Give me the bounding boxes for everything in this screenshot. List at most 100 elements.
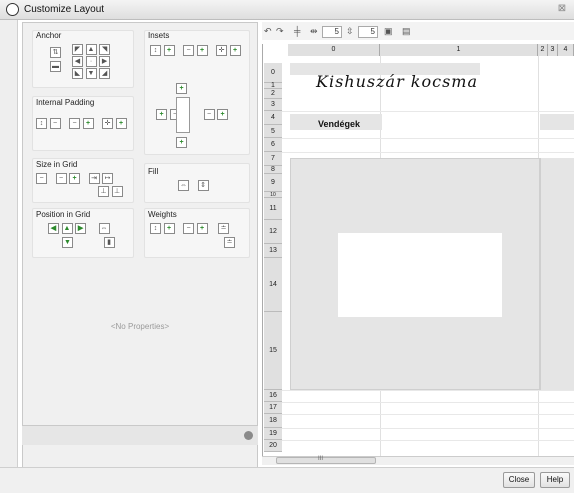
column-header[interactable]: 1: [380, 44, 538, 56]
hgap-icon: ⇹: [310, 26, 318, 36]
side-component[interactable]: [540, 114, 574, 130]
weight-even-icon[interactable]: ≐: [218, 223, 230, 234]
grid-toolbar: [262, 22, 574, 40]
insets-bottom-plus-button[interactable]: +: [176, 137, 187, 148]
preview-icon[interactable]: ▤: [402, 26, 411, 39]
size-remainder-v-icon[interactable]: ⊥: [98, 186, 109, 197]
position-left-button[interactable]: ◀: [48, 223, 59, 234]
column-header[interactable]: 0: [288, 44, 380, 56]
row-header[interactable]: 18: [264, 414, 282, 428]
row-header[interactable]: 19: [264, 428, 282, 440]
row-header[interactable]: 2: [264, 89, 282, 99]
column-header[interactable]: 3: [548, 44, 558, 56]
insets-top-row: ↕ + − + ✛ +: [150, 44, 241, 56]
size-in-grid-controls: − − + ⇥ ↦: [36, 172, 114, 184]
grid-gap-icon: ╪: [294, 26, 301, 36]
size-h-minus-button[interactable]: −: [55, 173, 67, 184]
container-icon[interactable]: ▣: [384, 26, 393, 39]
fill-title: Fill: [148, 167, 159, 176]
row-header[interactable]: 17: [264, 402, 282, 414]
redo-icon[interactable]: ↷: [276, 26, 284, 39]
weight-v-plus-button[interactable]: +: [163, 223, 175, 234]
padding-h-minus-button[interactable]: −: [69, 118, 81, 129]
size-relative-icon[interactable]: ↦: [102, 173, 114, 184]
weight-h-minus-button[interactable]: −: [183, 223, 195, 234]
weight-h-plus-button[interactable]: +: [196, 223, 208, 234]
position-up-button[interactable]: ▲: [61, 223, 73, 234]
baseline-icon[interactable]: ⇅: [50, 47, 61, 58]
row-header[interactable]: 7: [264, 152, 282, 166]
row-header[interactable]: 6: [264, 138, 282, 152]
anchor-se-icon[interactable]: ◢: [99, 68, 111, 79]
anchor-ne-icon[interactable]: ◥: [99, 44, 111, 55]
insets-cross-bottom: +: [176, 136, 187, 148]
weight-even-v-icon[interactable]: ≐: [224, 237, 235, 248]
close-window-button[interactable]: ⊠: [554, 3, 570, 16]
row-header[interactable]: 0: [264, 63, 282, 83]
size-remainder-icon[interactable]: ⇥: [88, 173, 100, 184]
size-relative-v-icon[interactable]: ⊥: [111, 186, 123, 197]
padding-v-minus-button[interactable]: −: [49, 118, 61, 129]
insets-all-increase-button[interactable]: +: [229, 45, 241, 56]
padding-h-plus-button[interactable]: +: [82, 118, 94, 129]
row-header[interactable]: 11: [264, 198, 282, 220]
anchor-nw-icon[interactable]: ◤: [72, 44, 83, 55]
row-divider: [282, 428, 574, 429]
undo-icon[interactable]: ↶: [264, 26, 272, 39]
padding-all-plus-button[interactable]: +: [115, 118, 127, 129]
row-header[interactable]: 13: [264, 244, 282, 258]
anchor-n-icon[interactable]: ▲: [85, 44, 97, 55]
insets-move-icon[interactable]: ✛: [216, 45, 228, 56]
size-in-grid-controls-row2: ⊥ ⊥: [98, 185, 123, 197]
weights-controls-row2: ≐: [224, 236, 235, 248]
side-panel-component[interactable]: [540, 158, 574, 390]
window-title: Customize Layout: [24, 4, 105, 15]
position-right-button[interactable]: ▶: [75, 223, 87, 234]
insets-decrease-h-button[interactable]: −: [183, 45, 195, 56]
inner-white-component[interactable]: [338, 233, 502, 317]
insets-top-plus-button[interactable]: +: [176, 83, 187, 94]
fill-horizontal-icon[interactable]: ⇔: [178, 180, 189, 191]
help-button[interactable]: Help: [540, 472, 570, 488]
position-h-icon[interactable]: ⇔: [98, 223, 110, 234]
size-v-minus-button[interactable]: −: [36, 173, 47, 184]
row-divider: [282, 440, 574, 441]
row-header[interactable]: 16: [264, 390, 282, 402]
row-header[interactable]: 15: [264, 312, 282, 390]
fill-controls: ⇔ ⇕: [178, 179, 209, 191]
insets-left-plus-button[interactable]: +: [156, 109, 167, 120]
row-header[interactable]: 5: [264, 125, 282, 138]
guests-label: Vendégek: [318, 119, 361, 129]
hgap-spinner[interactable]: 5: [322, 26, 342, 38]
dialog-footer: [0, 467, 574, 493]
scroll-thumb[interactable]: [276, 457, 376, 464]
row-header[interactable]: 14: [264, 258, 282, 312]
row-header[interactable]: 12: [264, 220, 282, 244]
row-header[interactable]: 3: [264, 99, 282, 111]
anchor-e-icon[interactable]: ▶: [99, 56, 111, 67]
anchor-s-icon[interactable]: ▼: [85, 68, 97, 79]
fill-vertical-icon[interactable]: ⇕: [197, 180, 209, 191]
size-h-plus-button[interactable]: +: [69, 173, 81, 184]
anchor-w-icon[interactable]: ◀: [72, 56, 83, 67]
padding-all-icon[interactable]: ✛: [102, 118, 114, 129]
vgap-spinner[interactable]: 5: [358, 26, 378, 38]
insets-right-minus-button[interactable]: −: [203, 109, 215, 120]
position-down-button[interactable]: ▼: [62, 237, 73, 248]
position-v-icon[interactable]: ▮: [103, 237, 115, 248]
column-header[interactable]: 2: [538, 44, 548, 56]
row-header[interactable]: 20: [264, 440, 282, 452]
row-header[interactable]: 9: [264, 174, 282, 192]
column-header[interactable]: 4: [558, 44, 574, 56]
insets-increase-h-button[interactable]: +: [196, 45, 208, 56]
anchor-sw-icon[interactable]: ◣: [72, 68, 83, 79]
close-button[interactable]: Close: [503, 472, 535, 488]
row-header[interactable]: 8: [264, 166, 282, 174]
insets-right-plus-button[interactable]: +: [217, 109, 229, 120]
align-icon[interactable]: ▬: [50, 61, 61, 72]
insets-increase-button[interactable]: +: [163, 45, 175, 56]
row-header[interactable]: 4: [264, 111, 282, 125]
anchor-center-icon[interactable]: ·: [85, 56, 97, 67]
position-controls-row2: ▼ ▮: [62, 236, 115, 248]
status-icon: [244, 431, 253, 440]
